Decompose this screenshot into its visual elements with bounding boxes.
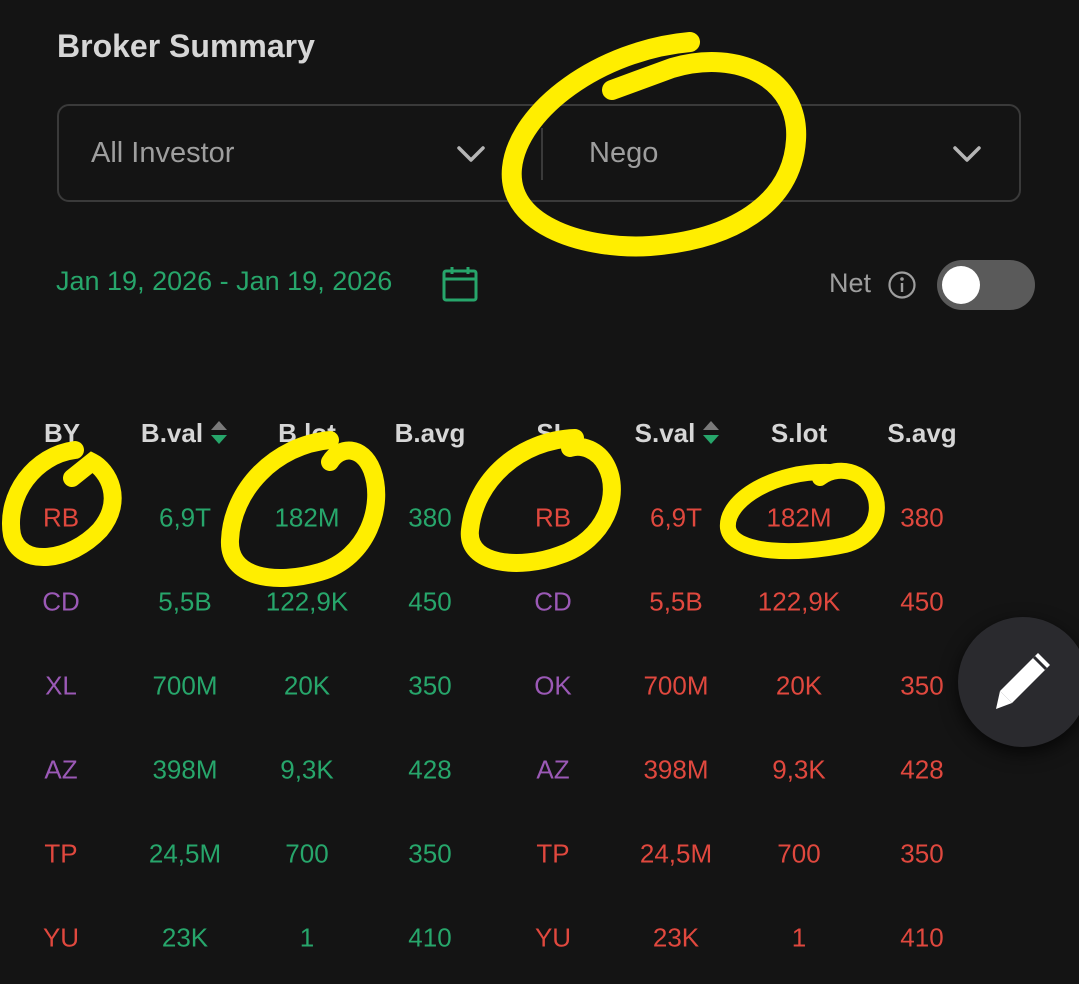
sell-lot: 20K (775, 670, 823, 701)
column-header-by: BY (22, 416, 102, 450)
calendar-icon[interactable] (441, 265, 479, 303)
buy-average: 350 (408, 670, 452, 701)
chevron-down-icon (953, 146, 981, 162)
buy-average: 350 (408, 838, 452, 869)
column-header-label: S.val (634, 417, 696, 448)
sell-average: 428 (900, 754, 944, 785)
date-range[interactable]: Jan 19, 2026 - Jan 19, 2026 (56, 266, 392, 297)
buy-lot: 700 (285, 838, 329, 869)
sell-lot: 1 (791, 922, 807, 953)
buy-lot: 20K (283, 670, 331, 701)
column-header-bavg: B.avg (380, 416, 480, 450)
broker-sell-code[interactable]: OK (534, 671, 572, 702)
broker-sell-code[interactable]: TP (536, 839, 569, 870)
column-header-label: BY (43, 417, 81, 448)
buy-average: 380 (408, 502, 452, 533)
column-header-label: B.lot (278, 417, 336, 448)
sell-lot: 122,9K (757, 586, 841, 617)
filter-bar: All Investor Nego (57, 104, 1021, 202)
sell-value: 398M (643, 754, 709, 785)
info-icon[interactable] (887, 270, 917, 300)
buy-value: 6,9T (158, 502, 212, 533)
page-title: Broker Summary (57, 28, 315, 64)
buy-value: 398M (152, 754, 218, 785)
broker-buy-code[interactable]: AZ (44, 755, 77, 786)
buy-average: 410 (408, 922, 452, 953)
column-header-label: S.avg (887, 417, 957, 448)
column-header-slot: S.lot (749, 416, 849, 450)
edit-fab-button[interactable] (958, 617, 1079, 747)
broker-sell-code[interactable]: YU (535, 923, 571, 954)
buy-lot: 1 (299, 922, 315, 953)
net-toggle[interactable] (937, 260, 1035, 310)
sell-value: 24,5M (639, 838, 713, 869)
net-label: Net (829, 268, 872, 298)
sell-average: 350 (900, 838, 944, 869)
market-filter-value: Nego (589, 136, 659, 169)
sort-icon[interactable] (209, 418, 229, 448)
broker-buy-code[interactable]: RB (43, 503, 79, 534)
buy-lot: 182M (274, 502, 340, 533)
column-header-label: B.avg (394, 417, 466, 448)
broker-buy-code[interactable]: TP (44, 839, 77, 870)
sell-lot: 182M (766, 502, 832, 533)
chevron-down-icon (457, 146, 485, 162)
broker-sell-code[interactable]: CD (534, 587, 572, 618)
column-header-sl: SL (513, 416, 593, 450)
sell-average: 450 (900, 586, 944, 617)
sell-value: 700M (643, 670, 709, 701)
column-header-savg: S.avg (872, 416, 972, 450)
broker-buy-code[interactable]: CD (42, 587, 80, 618)
column-header-bval[interactable]: B.val (115, 416, 255, 450)
sell-value: 5,5B (649, 586, 703, 617)
buy-value: 700M (152, 670, 218, 701)
broker-summary-screen: Broker Summary All Investor Nego Jan 19,… (0, 0, 1079, 984)
buy-value: 24,5M (148, 838, 222, 869)
sell-value: 23K (652, 922, 700, 953)
buy-average: 450 (408, 586, 452, 617)
sell-lot: 9,3K (772, 754, 826, 785)
buy-lot: 122,9K (265, 586, 349, 617)
column-header-blot: B.lot (257, 416, 357, 450)
buy-average: 428 (408, 754, 452, 785)
column-header-label: B.val (140, 417, 204, 448)
broker-buy-code[interactable]: YU (43, 923, 79, 954)
sell-lot: 700 (777, 838, 821, 869)
sort-icon[interactable] (701, 418, 721, 448)
column-header-sval[interactable]: S.val (608, 416, 748, 450)
buy-lot: 9,3K (280, 754, 334, 785)
column-header-label: S.lot (770, 417, 828, 448)
pencil-icon (996, 653, 1050, 709)
highlight-circle-sl-rb (460, 429, 621, 572)
investor-filter-dropdown[interactable]: All Investor (59, 106, 541, 200)
broker-sell-code[interactable]: RB (535, 503, 571, 534)
sell-average: 350 (900, 670, 944, 701)
column-header-label: SL (536, 417, 570, 448)
sell-value: 6,9T (649, 502, 703, 533)
market-filter-dropdown[interactable]: Nego (541, 106, 1021, 200)
sell-average: 380 (900, 502, 944, 533)
investor-filter-value: All Investor (91, 136, 235, 169)
buy-value: 23K (161, 922, 209, 953)
buy-value: 5,5B (158, 586, 212, 617)
broker-sell-code[interactable]: AZ (536, 755, 569, 786)
toggle-knob (942, 266, 980, 304)
sell-average: 410 (900, 922, 944, 953)
broker-buy-code[interactable]: XL (45, 671, 77, 702)
